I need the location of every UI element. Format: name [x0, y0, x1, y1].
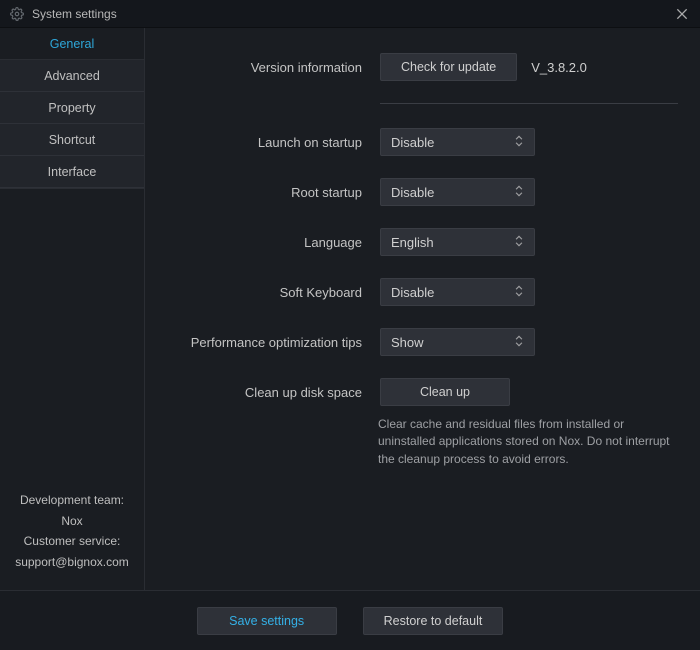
sidebar-footer: Development team: Nox Customer service: …	[0, 480, 144, 590]
chevron-updown-icon	[512, 284, 526, 301]
cleanup-button[interactable]: Clean up	[380, 378, 510, 406]
select-value: Disable	[391, 285, 434, 300]
select-value: Disable	[391, 135, 434, 150]
label-soft-keyboard: Soft Keyboard	[155, 285, 380, 300]
save-settings-button[interactable]: Save settings	[197, 607, 337, 635]
tab-label: General	[50, 37, 94, 51]
tab-property[interactable]: Property	[0, 92, 144, 124]
support-email: support@bignox.com	[8, 552, 136, 572]
check-update-button[interactable]: Check for update	[380, 53, 517, 81]
label-cleanup: Clean up disk space	[155, 385, 380, 400]
select-language[interactable]: English	[380, 228, 535, 256]
label-language: Language	[155, 235, 380, 250]
label-version: Version information	[155, 60, 380, 75]
version-value: V_3.8.2.0	[531, 60, 587, 75]
row-root-startup: Root startup Disable	[155, 178, 678, 206]
customer-service-label: Customer service:	[8, 531, 136, 551]
tab-interface[interactable]: Interface	[0, 156, 144, 188]
select-root-startup[interactable]: Disable	[380, 178, 535, 206]
sidebar: General Advanced Property Shortcut Inter…	[0, 28, 145, 590]
label-perf-tips: Performance optimization tips	[155, 335, 380, 350]
row-cleanup-hint: Clear cache and residual files from inst…	[155, 416, 678, 468]
select-value: Show	[391, 335, 424, 350]
row-language: Language English	[155, 228, 678, 256]
tab-label: Property	[48, 101, 95, 115]
footer: Save settings Restore to default	[0, 590, 700, 650]
row-perf-tips: Performance optimization tips Show	[155, 328, 678, 356]
dev-team: Development team: Nox	[8, 490, 136, 531]
tab-advanced[interactable]: Advanced	[0, 60, 144, 92]
restore-default-button[interactable]: Restore to default	[363, 607, 504, 635]
chevron-updown-icon	[512, 134, 526, 151]
tab-general[interactable]: General	[0, 28, 144, 60]
select-launch-startup[interactable]: Disable	[380, 128, 535, 156]
divider	[380, 103, 678, 104]
tab-label: Interface	[48, 165, 97, 179]
cleanup-hint: Clear cache and residual files from inst…	[378, 416, 678, 468]
chevron-updown-icon	[512, 334, 526, 351]
tab-shortcut[interactable]: Shortcut	[0, 124, 144, 156]
row-cleanup: Clean up disk space Clean up	[155, 378, 678, 406]
select-soft-keyboard[interactable]: Disable	[380, 278, 535, 306]
close-icon[interactable]	[674, 6, 690, 22]
tab-label: Shortcut	[49, 133, 96, 147]
tab-label: Advanced	[44, 69, 100, 83]
chevron-updown-icon	[512, 184, 526, 201]
titlebar: System settings	[0, 0, 700, 28]
window-title: System settings	[32, 7, 674, 21]
label-launch-startup: Launch on startup	[155, 135, 380, 150]
row-launch-startup: Launch on startup Disable	[155, 128, 678, 156]
content-area: Version information Check for update V_3…	[145, 28, 700, 590]
select-value: Disable	[391, 185, 434, 200]
select-perf-tips[interactable]: Show	[380, 328, 535, 356]
select-value: English	[391, 235, 434, 250]
gear-icon	[10, 7, 24, 21]
chevron-updown-icon	[512, 234, 526, 251]
label-root-startup: Root startup	[155, 185, 380, 200]
row-version: Version information Check for update V_3…	[155, 53, 678, 81]
row-soft-keyboard: Soft Keyboard Disable	[155, 278, 678, 306]
